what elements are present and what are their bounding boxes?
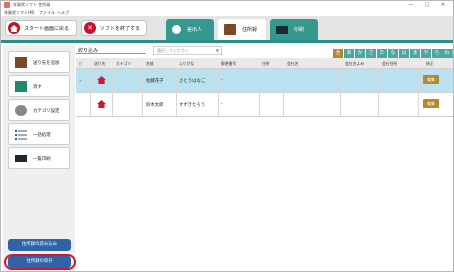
close-icon: ✕ [84,22,96,34]
list-print-label: 一覧印刷 [33,157,51,162]
tab-address-book-label: 住所録 [242,27,258,33]
kana-ha[interactable]: は [399,49,409,58]
select-all-checkbox[interactable]: ○ [79,61,82,66]
batch-process-label: 一括処理 [33,133,51,138]
kana-ra[interactable]: ら [432,49,442,58]
filter-select[interactable]: 選択してください ▼ [153,46,222,55]
col-category: カテゴリ [116,61,132,66]
column-divider [112,69,113,117]
column-divider [378,69,379,117]
trash-icon [15,81,27,92]
maximize-button[interactable]: □ [421,1,433,9]
printer-icon [276,25,288,34]
kana-ka[interactable]: か [355,49,365,58]
col-company-address: 会社住所 [382,61,398,66]
tab-print[interactable]: 印刷 [270,19,318,40]
row-postal: - [221,102,223,107]
batch-process-button[interactable]: 一括処理 [8,123,70,145]
app-icon [4,2,10,8]
column-divider [142,69,143,117]
kana-ta[interactable]: た [377,49,387,58]
kana-other[interactable]: 他 [452,49,453,58]
filter-underline [76,53,146,54]
tab-print-label: 印刷 [294,27,305,33]
app-window: 年賀状ソフト 住所録 — □ ✕ 年賀状ソフト(M) ファイル ヘルプ スタート… [0,0,454,272]
load-address-book-button[interactable]: 住所録の読み込み [8,239,71,251]
menu-bar: 年賀状ソフト(M) ファイル ヘルプ [1,9,453,16]
sidebar: 送り先を追加 消す カテゴリ設定 一括処理 一覧印刷 住所録の読み込み 住所録の… [3,45,75,271]
address-book-icon [15,57,27,68]
close-button[interactable]: ✕ [437,1,449,9]
kana-all[interactable]: 全 [333,49,343,58]
tab-sender-label: 差出人 [187,27,203,33]
kana-sa[interactable]: さ [366,49,376,58]
column-divider [90,69,91,117]
filter-select-value: 選択してください [157,48,189,53]
category-settings-label: カテゴリ設定 [33,109,60,114]
col-company: 会社名 [287,61,299,66]
row-furigana: さとうはなこ [179,79,206,84]
person-icon [172,25,181,34]
minimize-button[interactable]: — [405,1,417,9]
row-name: 鈴木太郎 [146,103,164,108]
edit-button[interactable]: 編集 [423,99,439,108]
tab-address-book[interactable]: 住所録 [218,19,266,40]
home-icon [97,100,106,108]
edit-button[interactable]: 編集 [423,75,439,84]
add-recipient-button[interactable]: 送り先を追加 [8,51,70,73]
column-divider [418,69,419,117]
kana-ma[interactable]: ま [410,49,420,58]
printer-icon [15,155,27,162]
column-divider [283,69,284,117]
column-divider [259,69,260,117]
row-postal: - [221,78,223,83]
exit-software-button[interactable]: ✕ ソフトを終了する [81,20,147,36]
col-furigana: ふりがな [179,61,195,66]
table-row[interactable]: 鈴木太郎 すずきたろう - 編集 [76,93,453,117]
home-icon [97,76,106,84]
col-edit: 修正 [426,61,434,66]
table-row[interactable]: ✓ 佐藤花子 さとうはなこ - 編集 [76,69,453,93]
kana-a[interactable]: あ [344,49,354,58]
tab-sender[interactable]: 差出人 [166,19,214,40]
address-book-icon [224,24,236,35]
kana-wa[interactable]: わ [442,49,452,58]
list-print-button[interactable]: 一覧印刷 [8,147,70,169]
address-list-panel: 絞り込み 選択してください ▼ 全 あ か さ た な は ま や ら わ 他 … [76,45,453,271]
col-address: 住所 [262,61,270,66]
column-divider [340,69,341,117]
back-to-start-label: スタート画面に戻る [24,25,70,32]
toolbar: スタート画面に戻る ✕ ソフトを終了する 差出人 住所録 印刷 [1,16,453,43]
title-bar: 年賀状ソフト 住所録 — □ ✕ [1,1,453,9]
row-checkbox[interactable]: ✓ [79,78,82,83]
delete-button[interactable]: 消す [8,75,70,97]
row-furigana: すずきたろう [179,103,206,108]
table-header: ○ 送り先 カテゴリ 名前 ふりがな 郵便番号 住所 会社名 会社名よみ 会社住… [76,58,453,69]
gear-icon [15,105,27,116]
col-recipient: 送り先 [94,61,106,66]
kana-ya[interactable]: や [421,49,431,58]
save-button-highlight [4,254,76,270]
column-divider [218,69,219,117]
window-title: 年賀状ソフト 住所録 [13,2,51,7]
list-icon [15,129,27,140]
category-settings-button[interactable]: カテゴリ設定 [8,99,70,121]
back-to-start-button[interactable]: スタート画面に戻る [5,20,77,36]
col-company-reading: 会社名よみ [345,61,364,66]
exit-software-label: ソフトを終了する [100,25,141,32]
col-postal: 郵便番号 [221,61,237,66]
delete-label: 消す [33,85,42,90]
column-divider [176,69,177,117]
add-recipient-label: 送り先を追加 [33,61,60,66]
home-icon [8,22,20,34]
chevron-down-icon: ▼ [215,48,219,53]
kana-na[interactable]: な [388,49,398,58]
row-name: 佐藤花子 [146,79,164,84]
col-name: 名前 [146,61,154,66]
